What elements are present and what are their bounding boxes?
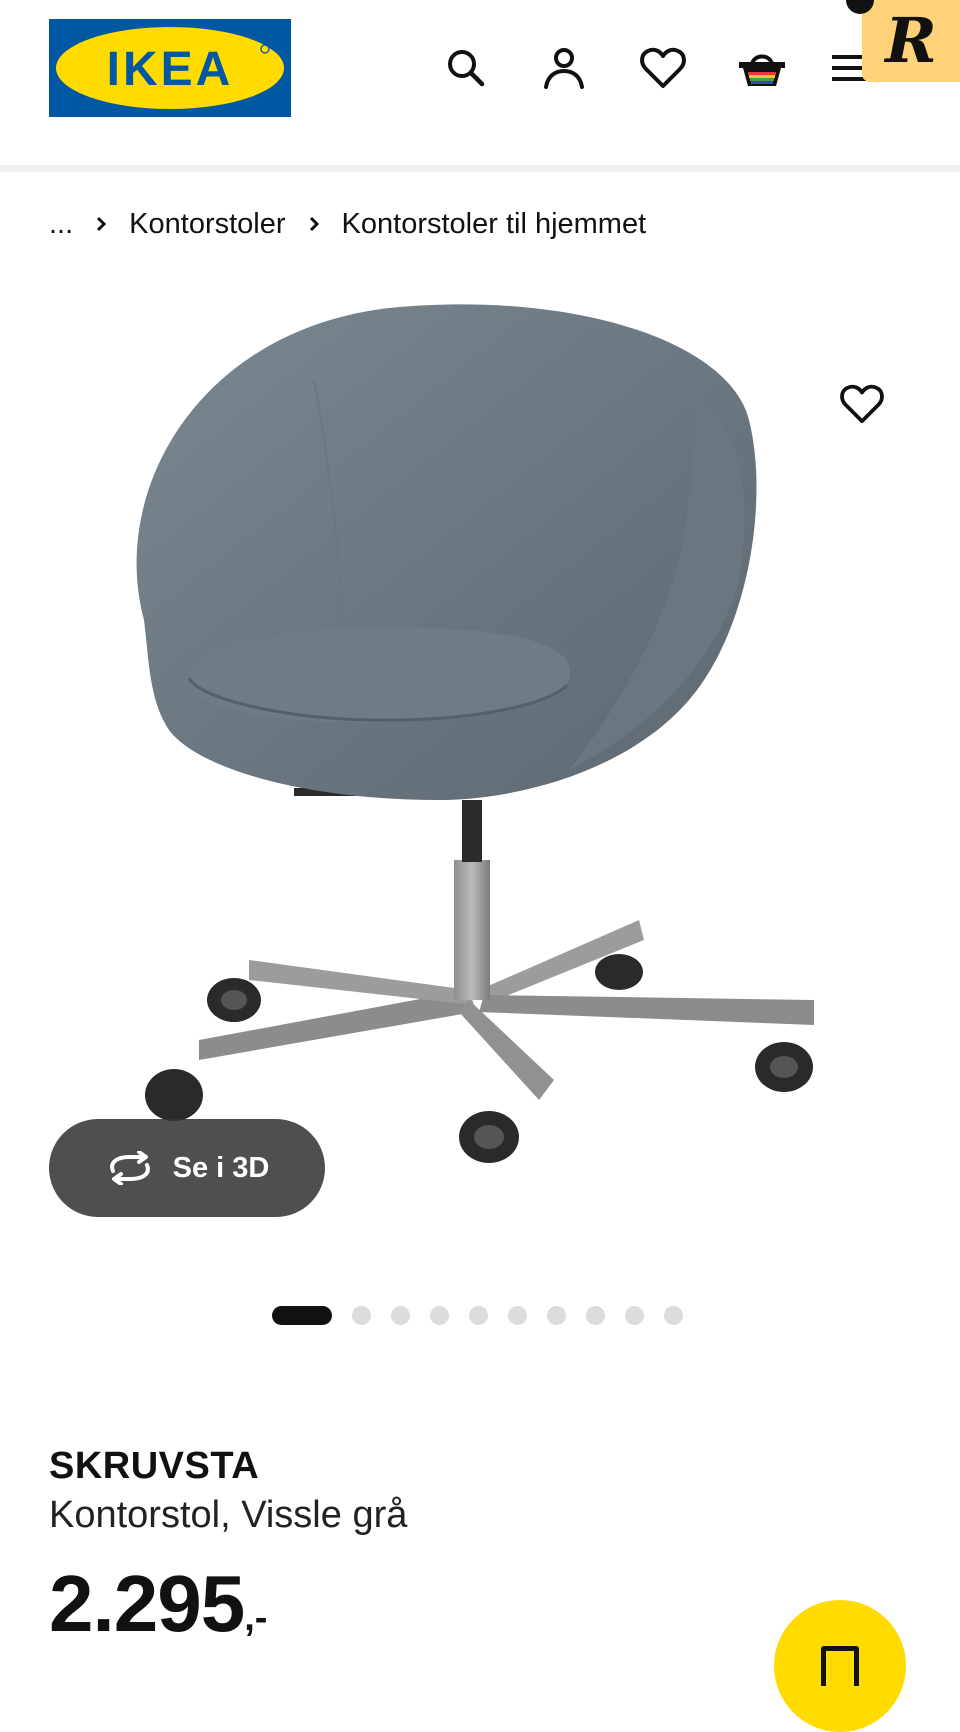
gallery-dot[interactable] [664, 1305, 683, 1325]
account-icon[interactable] [538, 42, 590, 94]
price-amount: 2.295 [49, 1559, 245, 1648]
site-header: IKEA R [0, 0, 960, 165]
bag-icon [821, 1646, 859, 1686]
gallery-dot[interactable] [625, 1305, 644, 1325]
cart-icon[interactable] [736, 42, 788, 94]
rotate-3d-icon [105, 1151, 155, 1185]
ikea-logo[interactable]: IKEA [49, 19, 291, 117]
favorite-heart-icon[interactable] [836, 378, 888, 430]
breadcrumb-item-kontorstoler[interactable]: Kontorstoler [129, 208, 285, 241]
gallery-dot[interactable] [586, 1305, 605, 1325]
gallery-dot[interactable] [430, 1305, 449, 1325]
gallery-dot[interactable] [391, 1305, 410, 1325]
breadcrumb-item-kontorstoler-til-hjemmet[interactable]: Kontorstoler til hjemmet [342, 208, 647, 241]
gallery-dot[interactable] [508, 1305, 527, 1325]
gallery-dot[interactable] [352, 1305, 371, 1325]
gallery-dot[interactable] [272, 1305, 332, 1325]
badge-letter: R [885, 4, 937, 77]
product-description: Kontorstol, Vissle grå [49, 1494, 408, 1536]
price-suffix: ,- [244, 1597, 268, 1639]
gallery-pagination [272, 1303, 683, 1327]
extension-badge[interactable]: R [862, 0, 960, 82]
header-divider [0, 165, 960, 172]
gallery-dot[interactable] [469, 1305, 488, 1325]
product-name: SKRUVSTA [49, 1445, 260, 1487]
product-price: 2.295 ,- [49, 1560, 267, 1662]
chevron-right-icon [95, 215, 107, 233]
logo-text: IKEA [107, 43, 234, 96]
search-icon[interactable] [440, 42, 492, 94]
heart-icon[interactable] [637, 42, 689, 94]
breadcrumb: ... Kontorstoler Kontorstoler til hjemme… [49, 204, 646, 244]
view-in-3d-button[interactable]: Se i 3D [49, 1119, 325, 1217]
ikea-logo-graphic: IKEA [49, 19, 291, 117]
add-to-cart-button[interactable] [774, 1600, 906, 1732]
breadcrumb-ellipsis[interactable]: ... [49, 208, 73, 241]
view-in-3d-label: Se i 3D [172, 1151, 270, 1184]
gallery-dot[interactable] [547, 1305, 566, 1325]
chevron-right-icon [308, 215, 320, 233]
